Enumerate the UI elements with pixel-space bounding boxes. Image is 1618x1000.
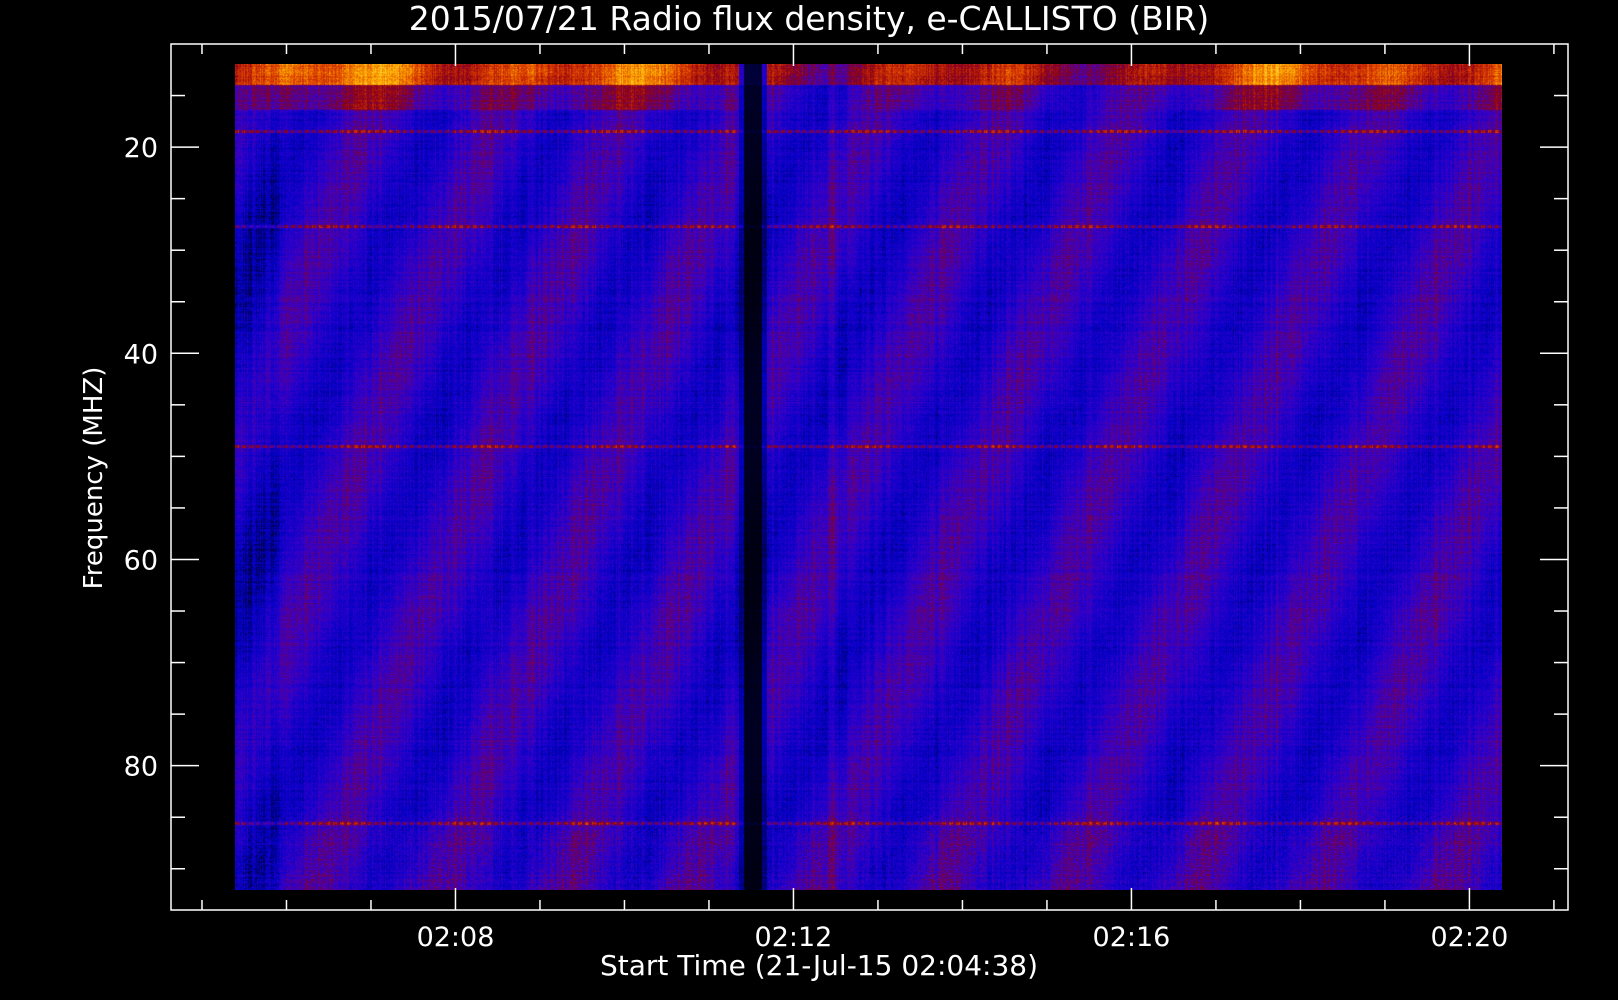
spectrogram-plot-area <box>235 64 1502 890</box>
chart-title: 2015/07/21 Radio flux density, e-CALLIST… <box>409 0 1210 38</box>
spectrogram-image <box>235 64 1502 890</box>
y-tick-label: 60 <box>124 545 158 576</box>
y-tick-label: 20 <box>124 133 158 164</box>
y-tick-label: 80 <box>124 752 158 783</box>
x-axis-label: Start Time (21-Jul-15 02:04:38) <box>600 949 1038 982</box>
spectrogram-chart: 2015/07/21 Radio flux density, e-CALLIST… <box>0 0 1618 1000</box>
x-tick-label: 02:16 <box>1093 922 1171 953</box>
x-tick-label: 02:08 <box>417 922 495 953</box>
y-axis-label: Frequency (MHZ) <box>79 367 109 590</box>
x-tick-label: 02:20 <box>1431 922 1509 953</box>
y-tick-label: 40 <box>124 339 158 370</box>
